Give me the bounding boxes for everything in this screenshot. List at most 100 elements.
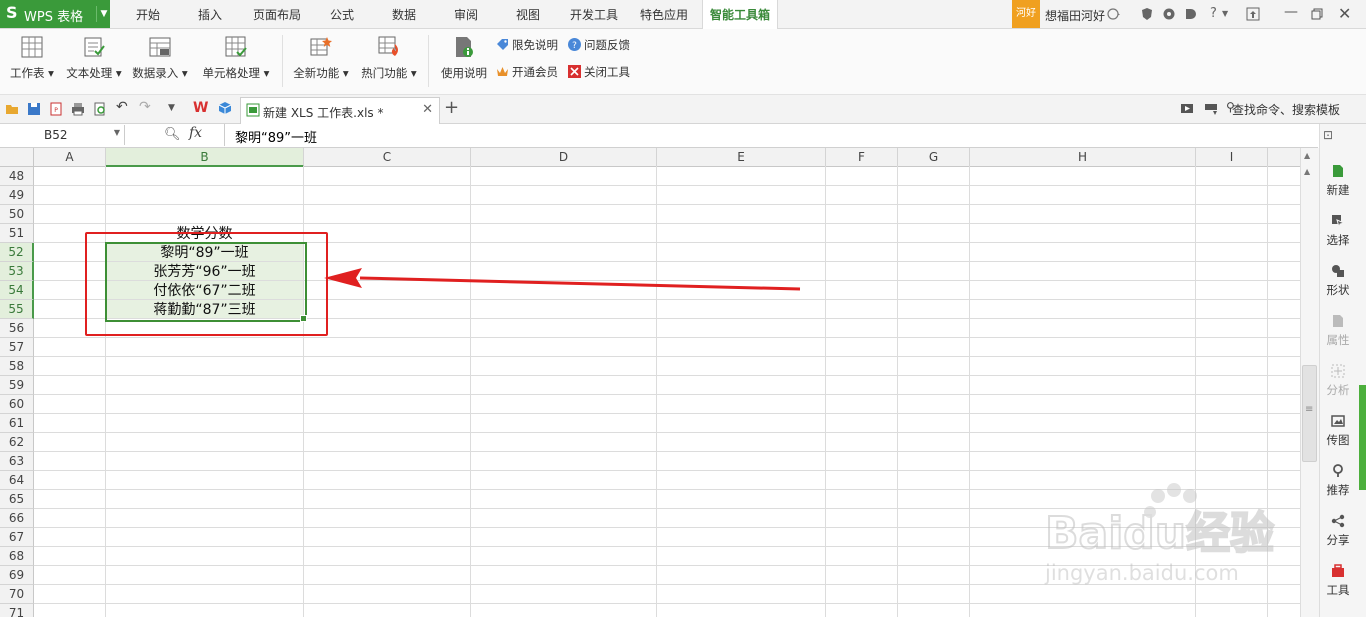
tab-page-layout[interactable]: 页面布局 — [244, 0, 310, 28]
row-header-58[interactable]: 58 — [0, 357, 34, 376]
user-badge[interactable]: 河好 — [1012, 0, 1040, 28]
redo-icon[interactable]: ↷ — [139, 99, 151, 115]
row-header-54[interactable]: 54 — [0, 281, 34, 300]
column-header-e[interactable]: E — [657, 148, 826, 167]
skin-icon[interactable] — [1140, 7, 1154, 21]
text-process-button[interactable]: 文本处理 ▾ — [62, 29, 126, 93]
screen-record-icon[interactable] — [1180, 102, 1194, 116]
panel-analysis[interactable]: 分析 — [1319, 360, 1357, 408]
document-tab[interactable]: 新建 XLS 工作表.xls * ✕ — [240, 97, 440, 124]
row-header-49[interactable]: 49 — [0, 186, 34, 205]
settings-icon[interactable] — [1162, 7, 1176, 21]
row-header-48[interactable]: 48 — [0, 167, 34, 186]
feedback-button[interactable]: ? 问题反馈 — [568, 37, 630, 55]
tab-review[interactable]: 审阅 — [440, 0, 492, 28]
panel-shape[interactable]: 形状 — [1319, 260, 1357, 308]
new-features-button[interactable]: 全新功能 ▾ — [288, 29, 354, 93]
command-search-input[interactable]: 查找命令、搜索模板 — [1232, 101, 1340, 118]
chevron-down-icon[interactable]: ▼ — [96, 6, 111, 22]
panel-select[interactable]: 选择 — [1319, 210, 1357, 258]
row-header-63[interactable]: 63 — [0, 452, 34, 471]
tab-view[interactable]: 视图 — [502, 0, 554, 28]
close-tab-icon[interactable]: ✕ — [422, 102, 433, 117]
column-header-c[interactable]: C — [304, 148, 471, 167]
column-header-i[interactable]: I — [1196, 148, 1268, 167]
customize-dropdown-icon[interactable]: ▼ — [168, 103, 175, 113]
row-header-69[interactable]: 69 — [0, 566, 34, 585]
name-box[interactable]: B52 ▼ — [0, 125, 125, 145]
panel-collapse-handle[interactable] — [1359, 385, 1366, 490]
column-header-g[interactable]: G — [898, 148, 970, 167]
column-header-extra[interactable] — [1268, 148, 1300, 167]
panel-tools[interactable]: 工具 — [1319, 560, 1357, 608]
scroll-up-icon[interactable]: ▲ — [1304, 151, 1310, 160]
save-icon[interactable] — [27, 102, 41, 116]
worksheet-button[interactable]: 工作表 ▾ — [4, 29, 60, 93]
help-icon[interactable]: ? — [1210, 6, 1217, 21]
hot-features-button[interactable]: 热门功能 ▾ — [356, 29, 422, 93]
tab-insert[interactable]: 插入 — [182, 0, 238, 28]
print-icon[interactable] — [71, 102, 85, 116]
insert-function-button[interactable]: fx — [189, 125, 202, 141]
row-header-65[interactable]: 65 — [0, 490, 34, 509]
row-header-51[interactable]: 51 — [0, 224, 34, 243]
row-header-53[interactable]: 53 — [0, 262, 34, 281]
export-pdf-icon[interactable]: P — [49, 102, 63, 116]
row-header-68[interactable]: 68 — [0, 547, 34, 566]
column-header-f[interactable]: F — [826, 148, 898, 167]
print-preview-icon[interactable] — [93, 102, 107, 116]
panel-share[interactable]: 分享 — [1319, 510, 1357, 558]
panel-back-icon[interactable]: ⊡ — [1323, 128, 1333, 142]
row-header-70[interactable]: 70 — [0, 585, 34, 604]
row-header-71[interactable]: 71 — [0, 604, 34, 617]
restore-icon[interactable] — [1310, 7, 1324, 21]
cell-process-button[interactable]: 单元格处理 ▾ — [198, 29, 274, 93]
close-tool-button[interactable]: 关闭工具 — [568, 64, 630, 82]
upload-icon[interactable] — [1246, 7, 1260, 21]
column-header-a[interactable]: A — [34, 148, 106, 167]
row-header-64[interactable]: 64 — [0, 471, 34, 490]
tab-data[interactable]: 数据 — [378, 0, 430, 28]
free-info-button[interactable]: 限免说明 — [496, 37, 558, 55]
row-header-52[interactable]: 52 — [0, 243, 34, 262]
panel-properties[interactable]: 属性 — [1319, 310, 1357, 358]
tab-smart-toolbox[interactable]: 智能工具箱 — [702, 0, 778, 29]
tab-developer[interactable]: 开发工具 — [562, 0, 626, 28]
data-entry-button[interactable]: 数据录入 ▾ — [128, 29, 192, 93]
formula-input[interactable]: 黎明“89”一班 — [224, 124, 1319, 146]
scroll-up-icon[interactable]: ▲ — [1304, 167, 1310, 176]
chevron-down-icon[interactable]: ▼ — [114, 128, 120, 137]
minimize-icon[interactable]: — — [1284, 4, 1298, 20]
new-tab-icon[interactable]: + — [444, 97, 459, 118]
usage-guide-button[interactable]: 使用说明 — [436, 29, 492, 93]
user-dropdown-icon[interactable] — [1107, 7, 1121, 21]
share-down-icon[interactable] — [1204, 102, 1218, 116]
row-header-67[interactable]: 67 — [0, 528, 34, 547]
panel-upload-image[interactable]: 传图 — [1319, 410, 1357, 458]
zoom-search-icon[interactable]: 🔍︎ — [164, 127, 181, 142]
row-header-59[interactable]: 59 — [0, 376, 34, 395]
chevron-down-icon[interactable]: ▼ — [1222, 9, 1228, 18]
panel-new[interactable]: 新建 — [1319, 160, 1357, 208]
wps-logo-menu[interactable]: S WPS 表格 ▼ — [0, 0, 110, 28]
row-header-62[interactable]: 62 — [0, 433, 34, 452]
open-folder-icon[interactable] — [5, 102, 19, 116]
select-all-corner[interactable] — [0, 148, 34, 167]
panel-recommend[interactable]: 推荐 — [1319, 460, 1357, 508]
vip-button[interactable]: 开通会员 — [496, 64, 558, 82]
row-header-50[interactable]: 50 — [0, 205, 34, 224]
undo-icon[interactable]: ↶ — [116, 99, 128, 115]
close-window-icon[interactable]: ✕ — [1338, 4, 1351, 23]
d-menu-icon[interactable] — [1184, 7, 1198, 21]
row-header-55[interactable]: 55 — [0, 300, 34, 319]
column-header-b[interactable]: B — [106, 148, 304, 167]
column-header-h[interactable]: H — [970, 148, 1196, 167]
tab-featured[interactable]: 特色应用 — [632, 0, 696, 28]
column-header-d[interactable]: D — [471, 148, 657, 167]
tab-home[interactable]: 开始 — [118, 0, 178, 28]
row-header-57[interactable]: 57 — [0, 338, 34, 357]
row-header-60[interactable]: 60 — [0, 395, 34, 414]
wps-home-icon[interactable]: W — [193, 100, 208, 116]
tab-formula[interactable]: 公式 — [316, 0, 368, 28]
row-header-66[interactable]: 66 — [0, 509, 34, 528]
